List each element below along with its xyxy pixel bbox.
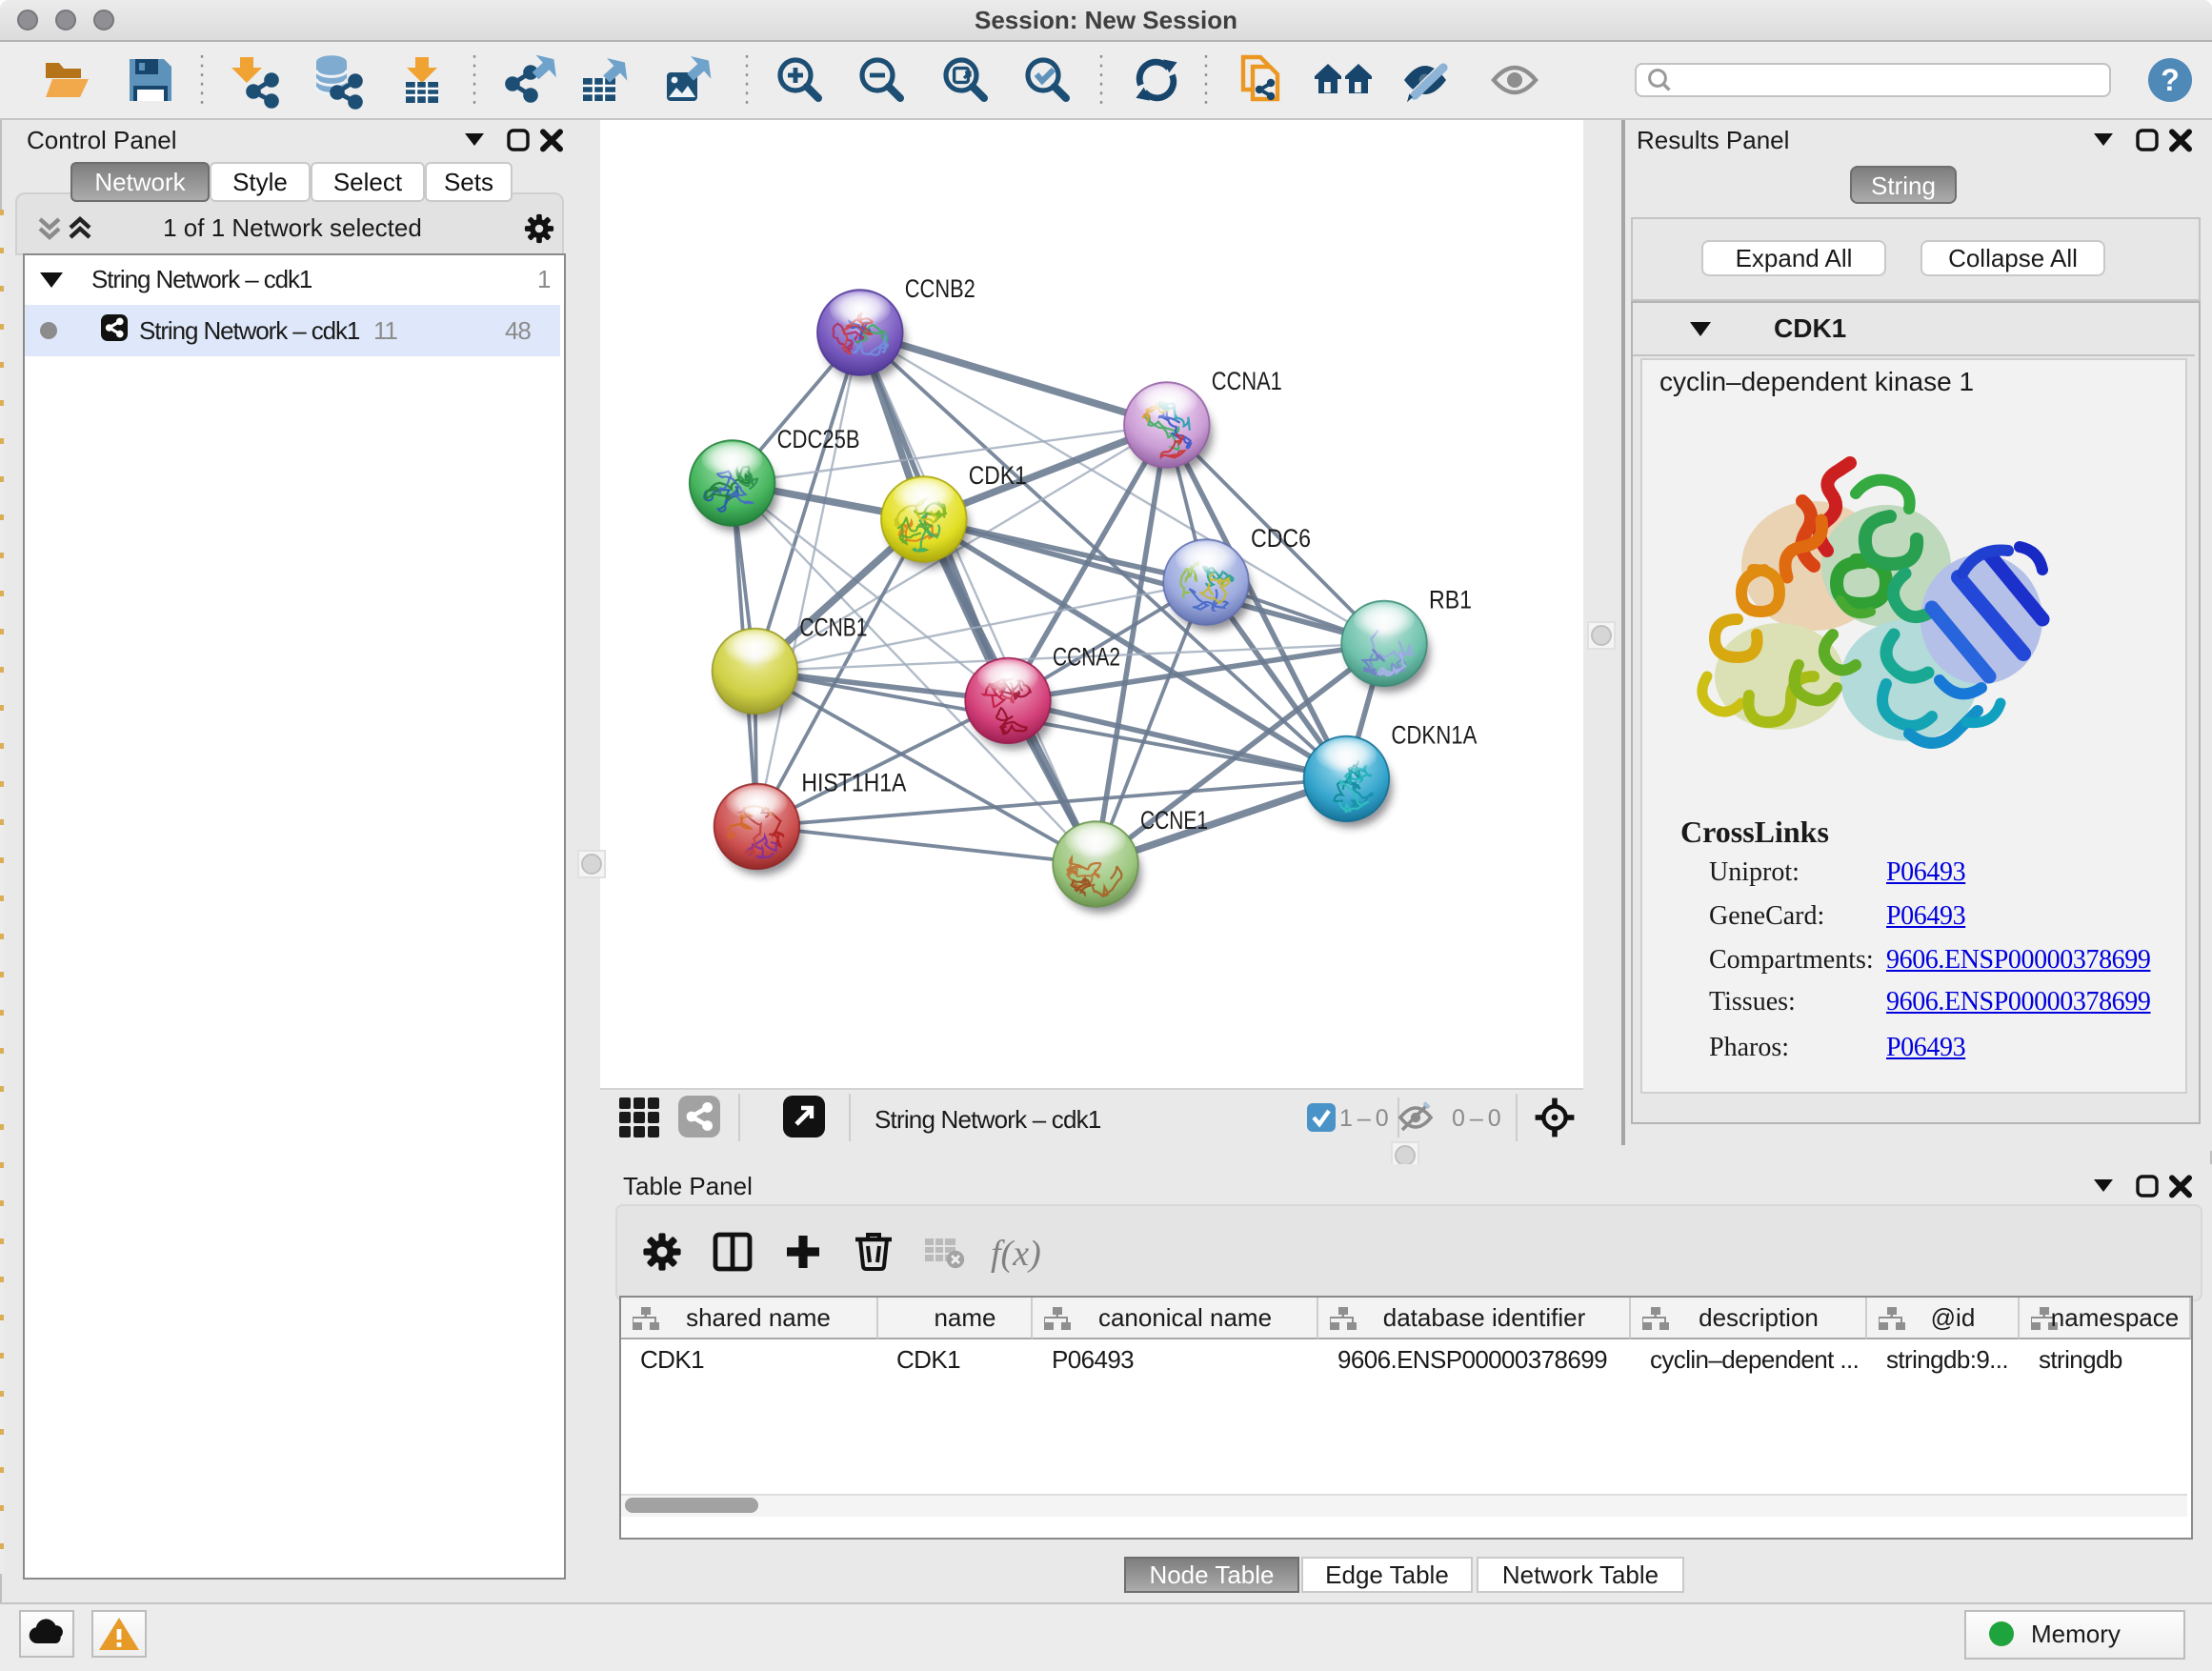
svg-text:CCNE1: CCNE1 [1140, 806, 1208, 835]
svg-text:CDK1: CDK1 [969, 461, 1027, 490]
svg-text:f(x): f(x) [991, 1234, 1041, 1274]
svg-text:0 – 0: 0 – 0 [1452, 1105, 1500, 1132]
svg-text:CCNA2: CCNA2 [1053, 642, 1120, 671]
svg-text:CDKN1A: CDKN1A [1391, 720, 1477, 749]
svg-text:RB1: RB1 [1429, 585, 1472, 614]
svg-text:CCNB1: CCNB1 [799, 613, 867, 641]
svg-text:CDC6: CDC6 [1251, 524, 1311, 553]
svg-text:1 – 0: 1 – 0 [1339, 1105, 1388, 1132]
svg-text:CCNB2: CCNB2 [905, 274, 975, 303]
svg-text:?: ? [2161, 63, 2180, 97]
svg-text:CCNA1: CCNA1 [1212, 367, 1282, 395]
svg-text:HIST1H1A: HIST1H1A [801, 768, 906, 796]
svg-text:CDC25B: CDC25B [777, 425, 860, 453]
